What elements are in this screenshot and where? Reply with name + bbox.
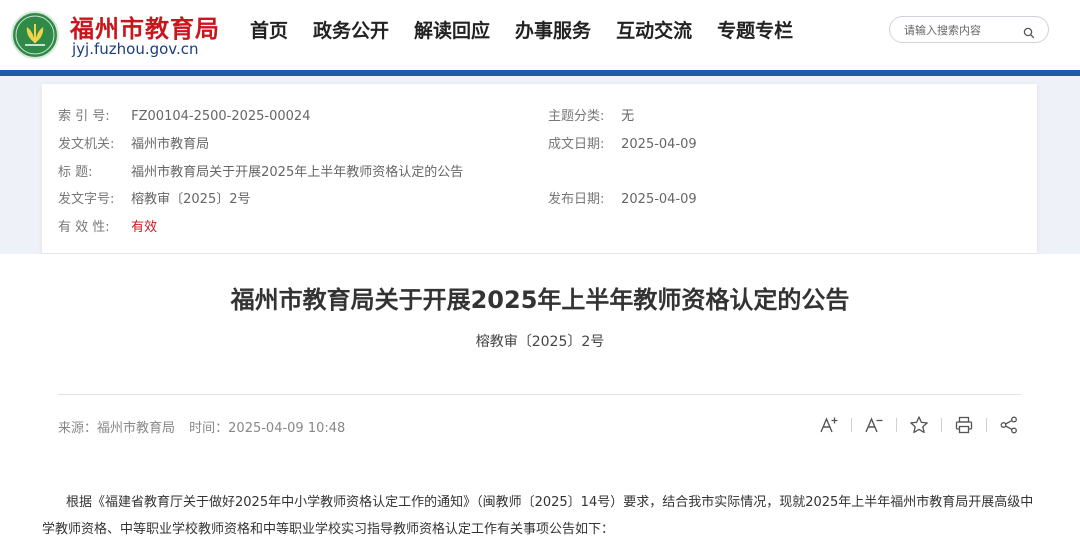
meta-title-label: 标 题: bbox=[58, 165, 93, 180]
meta-issuer-label: 发文机关: bbox=[58, 137, 115, 152]
meta-index: 索 引 号: FZ00104-2500-2025-00024 bbox=[58, 105, 310, 124]
article-panel: 福州市教育局关于开展2025年上半年教师资格认定的公告 榕教审〔2025〕2号 … bbox=[0, 254, 1080, 549]
share-icon[interactable] bbox=[998, 414, 1020, 436]
search-icon[interactable] bbox=[1023, 24, 1035, 43]
nav-government-affairs[interactable]: 政务公开 bbox=[313, 17, 389, 45]
search-box bbox=[889, 16, 1049, 43]
meta-issuer-value: 福州市教育局 bbox=[131, 137, 210, 152]
meta-issuer: 发文机关: 福州市教育局 bbox=[58, 133, 209, 152]
star-icon[interactable] bbox=[908, 414, 930, 436]
article-body-paragraph: 根据《福建省教育厅关于做好2025年中小学教师资格认定工作的通知》（闽教师〔20… bbox=[42, 495, 1034, 537]
site-header: 福州市教育局 jyj.fuzhou.gov.cn 首页 政务公开 解读回应 办事… bbox=[0, 0, 1080, 72]
article-title: 福州市教育局关于开展2025年上半年教师资格认定的公告 bbox=[230, 286, 850, 314]
meta-title-value: 福州市教育局关于开展2025年上半年教师资格认定的公告 bbox=[131, 165, 464, 180]
toolbar-separator bbox=[941, 418, 942, 432]
header-accent-bar bbox=[0, 70, 1080, 76]
meta-topic-value: 无 bbox=[621, 109, 635, 124]
site-domain[interactable]: jyj.fuzhou.gov.cn bbox=[72, 40, 199, 58]
nav-home[interactable]: 首页 bbox=[250, 17, 288, 45]
meta-created-value: 2025-04-09 bbox=[621, 137, 697, 152]
site-logo[interactable] bbox=[11, 11, 59, 59]
meta-published-value: 2025-04-09 bbox=[621, 192, 697, 207]
article-source: 来源：福州市教育局 bbox=[58, 421, 176, 436]
meta-topic: 主题分类: 无 bbox=[548, 105, 634, 124]
nav-services[interactable]: 办事服务 bbox=[515, 17, 591, 45]
article-divider bbox=[58, 394, 1021, 395]
meta-validity-value: 有效 bbox=[131, 220, 158, 235]
search-input[interactable] bbox=[904, 21, 1022, 39]
meta-published: 发布日期: 2025-04-09 bbox=[548, 188, 697, 207]
toolbar-separator bbox=[851, 418, 852, 432]
document-meta-card: 索 引 号: FZ00104-2500-2025-00024 主题分类: 无 发… bbox=[42, 84, 1037, 253]
meta-title: 标 题: 福州市教育局关于开展2025年上半年教师资格认定的公告 bbox=[58, 161, 463, 180]
meta-validity: 有 效 性: 有效 bbox=[58, 216, 157, 235]
font-decrease-icon[interactable] bbox=[863, 414, 885, 436]
font-increase-icon[interactable] bbox=[818, 414, 840, 436]
nav-interaction[interactable]: 互动交流 bbox=[616, 17, 692, 45]
meta-topic-label: 主题分类: bbox=[548, 109, 605, 124]
article-source-line: 来源：福州市教育局 时间：2025-04-09 10:48 bbox=[58, 417, 355, 436]
meta-index-value: FZ00104-2500-2025-00024 bbox=[131, 109, 311, 124]
meta-doc-number: 发文字号: 榕教审〔2025〕2号 bbox=[58, 188, 251, 207]
print-icon[interactable] bbox=[953, 414, 975, 436]
article-toolbar bbox=[818, 414, 1020, 436]
meta-index-label: 索 引 号: bbox=[58, 109, 110, 124]
article-doc-number: 榕教审〔2025〕2号 bbox=[475, 334, 605, 350]
toolbar-separator bbox=[896, 418, 897, 432]
meta-docno-value: 榕教审〔2025〕2号 bbox=[131, 192, 251, 207]
meta-created: 成文日期: 2025-04-09 bbox=[548, 133, 697, 152]
article-time: 时间：2025-04-09 10:48 bbox=[189, 421, 346, 436]
site-name[interactable]: 福州市教育局 bbox=[70, 9, 220, 44]
nav-special-topics[interactable]: 专题专栏 bbox=[717, 17, 793, 45]
toolbar-separator bbox=[986, 418, 987, 432]
meta-validity-label: 有 效 性: bbox=[58, 220, 110, 235]
meta-created-label: 成文日期: bbox=[548, 137, 605, 152]
main-nav: 首页 政务公开 解读回应 办事服务 互动交流 专题专栏 bbox=[250, 17, 818, 45]
meta-docno-label: 发文字号: bbox=[58, 192, 115, 207]
meta-published-label: 发布日期: bbox=[548, 192, 605, 207]
nav-interpretation[interactable]: 解读回应 bbox=[414, 17, 490, 45]
